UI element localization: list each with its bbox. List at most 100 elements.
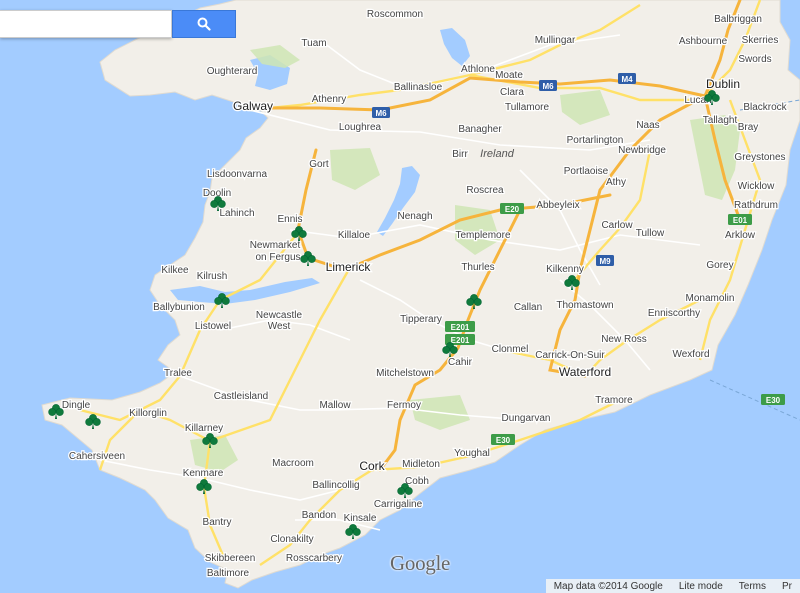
place-label: Thomastown [556,300,613,311]
place-label: Newmarket [250,240,301,251]
place-label: West [268,321,291,332]
place-label: Dungarvan [502,413,551,424]
place-label: Ballinasloe [394,82,443,93]
place-label: Tuam [301,38,326,49]
place-label: Clonakilty [270,534,313,545]
place-label: Mitchelstown [376,368,434,379]
place-label: Athenry [312,94,346,105]
place-label: Templemore [455,230,510,241]
place-label: Rathdrum [734,200,778,211]
place-label: Galway [233,99,273,113]
google-logo: Google [390,551,451,575]
place-label: Killarney [185,423,223,434]
place-label: Roscommon [367,9,423,20]
map-data-attribution: Map data ©2014 Google [553,580,663,592]
place-label: Enniscorthy [648,308,700,319]
place-label: Nenagh [397,211,432,222]
place-label: Athy [606,177,626,188]
place-label: Greystones [734,152,785,163]
road-shield-label: M6 [375,109,387,118]
place-label: Swords [738,54,771,65]
place-label: Kenmare [183,468,224,479]
place-label: Carrigaline [374,499,423,510]
place-label: Banagher [458,124,502,135]
map-footer: Map data ©2014 Google Lite mode Terms Pr [545,579,800,593]
road-shield-label: M6 [542,82,554,91]
place-label: Ballincollig [312,480,359,491]
place-label: Callan [514,302,542,313]
place-label: Thurles [461,262,494,273]
place-label: Roscrea [466,185,504,196]
place-label: Kilkee [161,265,189,276]
road-shield-label: E30 [766,396,781,405]
place-label: on Fergus [255,252,300,263]
privacy-link[interactable]: Pr [774,581,800,592]
place-label: Lahinch [219,208,254,219]
country-label: Ireland [480,148,515,160]
lite-mode-link[interactable]: Lite mode [671,581,731,592]
place-label: Bandon [302,510,336,521]
search-icon [197,17,211,31]
place-label: Tullow [636,228,665,239]
place-label: Gort [309,159,329,170]
place-label: Loughrea [339,122,382,133]
road-shield-label: E20 [505,205,520,214]
place-label: Ballybunion [153,302,205,313]
place-label: Cobh [405,476,429,487]
place-label: Portarlington [567,135,624,146]
place-label: Ennis [277,214,302,225]
place-label: Clara [500,87,524,98]
place-label: Clonmel [492,344,529,355]
place-label: Bray [738,122,759,133]
place-label: Dingle [62,400,91,411]
place-label: Wicklow [738,181,775,192]
place-label: Tallaght [703,115,738,126]
road-shield-label: E201 [451,336,470,345]
road-shield-label: E30 [496,436,511,445]
place-label: Killaloe [338,230,371,241]
place-label: Abbeyleix [536,200,579,211]
place-label: Gorey [706,260,733,271]
place-label: Balbriggan [714,14,762,25]
place-label: New Ross [601,334,647,345]
place-label: Cahersiveen [69,451,125,462]
place-label: Skibbereen [205,553,256,564]
place-label: Kinsale [344,513,377,524]
place-label: Blackrock [743,102,787,113]
place-label: Portlaoise [564,166,609,177]
place-label: Tralee [164,368,192,379]
search-input[interactable] [0,10,172,38]
place-label: Oughterard [207,66,258,77]
place-label: Tipperary [400,314,442,325]
road-shield-label: E01 [733,216,748,225]
place-label: Listowel [195,321,231,332]
search-button[interactable] [172,10,236,38]
road-shield-label: E201 [451,323,470,332]
place-label: Rosscarbery [286,553,342,564]
place-label: Tramore [595,395,633,406]
map-canvas[interactable]: M6 M6 M4 M9 E20 E01 E201 E201 E30 E30 Roscommon Mu… [0,0,800,593]
place-label: Kilkenny [546,264,584,275]
terms-link[interactable]: Terms [731,581,774,592]
place-label: Killorglin [129,408,167,419]
place-label: Carlow [601,220,633,231]
place-label: Newbridge [618,145,666,156]
place-label: Cork [359,459,385,473]
place-label: Mallow [319,400,351,411]
place-label: Lisdoonvarna [207,169,267,180]
place-label: Birr [452,149,468,160]
place-label: Waterford [559,365,611,379]
place-label: Skerries [742,35,779,46]
place-label: Monamolin [686,293,735,304]
place-label: Baltimore [207,568,250,579]
place-label: Tullamore [505,102,550,113]
place-label: Naas [636,120,659,131]
place-label: Arklow [725,230,756,241]
place-label: Limerick [326,260,372,274]
place-label: Cahir [448,357,473,368]
place-label: Mullingar [535,35,576,46]
place-label: Fermoy [387,400,421,411]
place-label: Bantry [203,517,232,528]
place-label: Ashbourne [679,36,728,47]
road-shield-label: M4 [621,75,633,84]
